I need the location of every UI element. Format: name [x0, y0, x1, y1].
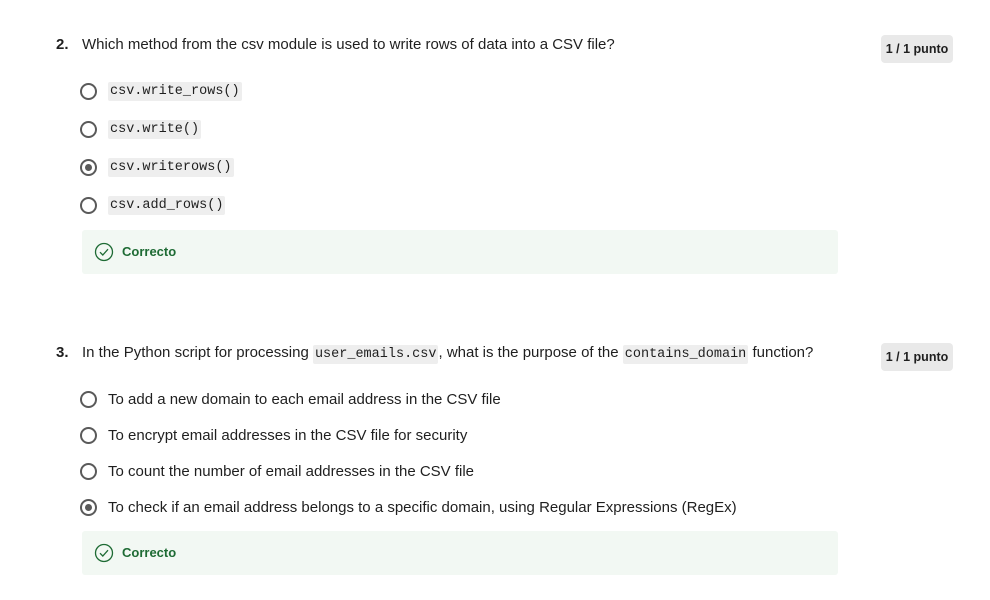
question-number: 2. — [56, 36, 69, 53]
question-text: In the Python script for processing user… — [82, 342, 813, 366]
points-badge: 1 / 1 punto — [881, 343, 953, 371]
question-text-part: In the Python script for processing — [82, 344, 313, 361]
points-badge: 1 / 1 punto — [881, 35, 953, 63]
radio-button[interactable] — [80, 196, 97, 214]
quiz-page: 2. Which method from the csv module is u… — [0, 0, 990, 600]
option-label: csv.write_rows() — [108, 81, 242, 101]
feedback-text: Correcto — [122, 545, 177, 560]
feedback-correct: Correcto — [82, 531, 838, 575]
question-text-part: , what is the purpose of the — [438, 344, 623, 361]
check-circle-icon — [94, 242, 114, 262]
option-write-rows[interactable]: csv.write_rows() — [80, 79, 242, 103]
option-label: csv.add_rows() — [108, 195, 226, 215]
inline-code: user_emails.csv — [312, 345, 439, 364]
option-label: To count the number of email addresses i… — [108, 462, 475, 480]
option-label: To encrypt email addresses in the CSV fi… — [108, 426, 468, 444]
option-label: To add a new domain to each email addres… — [108, 390, 501, 408]
radio-button[interactable] — [80, 82, 97, 100]
radio-button[interactable] — [80, 120, 97, 138]
inline-code: contains_domain — [622, 345, 749, 364]
option-add-rows[interactable]: csv.add_rows() — [80, 193, 226, 217]
option-encrypt[interactable]: To encrypt email addresses in the CSV fi… — [80, 423, 467, 447]
question-header: 3. In the Python script for processing u… — [0, 342, 990, 372]
option-check-domain[interactable]: To check if an email address belongs to … — [80, 495, 737, 519]
question-number: 3. — [56, 344, 69, 361]
option-label: csv.write() — [108, 119, 202, 139]
feedback-text: Correcto — [122, 244, 177, 259]
option-label: csv.writerows() — [108, 157, 234, 177]
option-count[interactable]: To count the number of email addresses i… — [80, 459, 474, 483]
option-writerows[interactable]: csv.writerows() — [80, 155, 234, 179]
radio-button-selected[interactable] — [80, 158, 97, 176]
option-write[interactable]: csv.write() — [80, 117, 202, 141]
question-text: Which method from the csv module is used… — [82, 36, 615, 53]
option-label: To check if an email address belongs to … — [108, 498, 737, 516]
feedback-correct: Correcto — [82, 230, 838, 274]
radio-button[interactable] — [80, 390, 97, 408]
question-header: 2. Which method from the csv module is u… — [0, 34, 990, 64]
option-add-domain[interactable]: To add a new domain to each email addres… — [80, 387, 501, 411]
check-circle-icon — [94, 543, 114, 563]
question-text-part: function? — [748, 344, 814, 361]
radio-button-selected[interactable] — [80, 498, 97, 516]
radio-button[interactable] — [80, 426, 97, 444]
radio-button[interactable] — [80, 462, 97, 480]
